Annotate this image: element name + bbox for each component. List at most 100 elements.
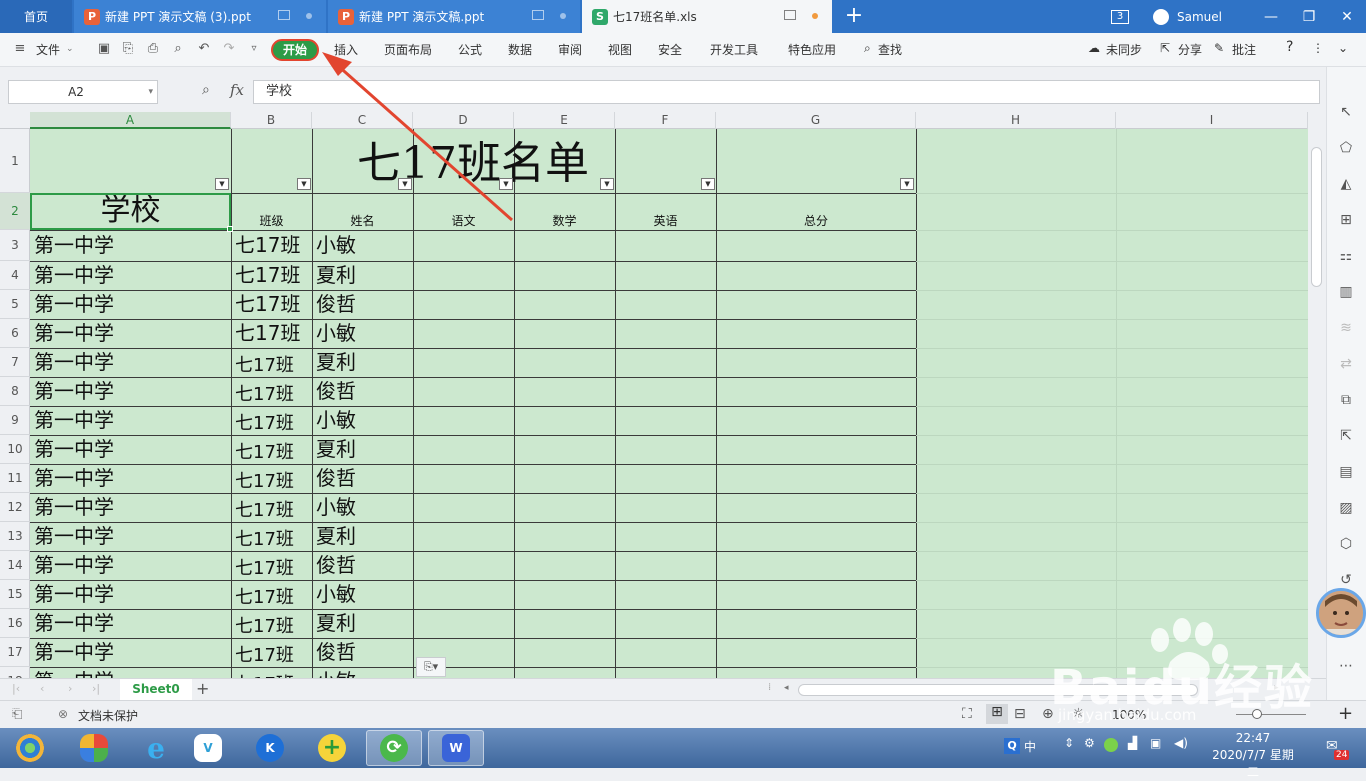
print-preview-icon[interactable]: ⌕ xyxy=(170,41,186,57)
more-icon[interactable]: ⋯ xyxy=(1337,657,1355,675)
browser-ie-icon[interactable]: e xyxy=(128,730,184,766)
add-sheet-icon[interactable]: + xyxy=(196,679,209,698)
minimize-icon[interactable]: — xyxy=(1252,9,1290,25)
tab-special-apps[interactable]: 特色应用 xyxy=(788,41,836,58)
search-button[interactable]: 查找 xyxy=(878,41,902,58)
cell-school[interactable]: 第一中学 xyxy=(34,348,230,377)
close-tab-dot[interactable] xyxy=(560,13,566,19)
image-export-icon[interactable]: ⧉ xyxy=(1337,391,1355,409)
cell-class[interactable]: 七17班 xyxy=(235,522,311,551)
sync-status[interactable]: 未同步 xyxy=(1106,41,1142,58)
user-avatar-icon[interactable] xyxy=(1153,8,1170,25)
sheet-tab[interactable]: Sheet0 xyxy=(120,679,192,700)
header-class[interactable]: 班级 xyxy=(231,193,312,230)
tab-review[interactable]: 审阅 xyxy=(558,41,582,58)
cell-name[interactable]: 小敏 xyxy=(316,406,412,435)
collapse-ribbon-icon[interactable]: ⌄ xyxy=(1338,41,1348,55)
tab-formulas[interactable]: 公式 xyxy=(458,41,482,58)
selected-cell-outline[interactable] xyxy=(30,193,233,232)
print-icon[interactable]: ⎙ xyxy=(145,41,161,57)
header-math[interactable]: 数学 xyxy=(514,193,615,230)
cell-school[interactable]: 第一中学 xyxy=(34,261,230,290)
redo-icon[interactable]: ↷ xyxy=(221,41,237,57)
app-k-icon[interactable]: K xyxy=(242,730,298,766)
cell-school[interactable]: 第一中学 xyxy=(34,522,230,551)
cell-school[interactable]: 第一中学 xyxy=(34,609,230,638)
share-out-icon[interactable]: ⇱ xyxy=(1337,427,1355,445)
column-header-i[interactable]: I xyxy=(1116,112,1308,129)
shapes-icon[interactable]: ⬠ xyxy=(1337,139,1355,157)
format-painter-icon[interactable]: ⎘ xyxy=(120,41,136,57)
split-handle-icon[interactable]: ⁞ xyxy=(768,682,771,693)
close-tab-dot[interactable] xyxy=(306,13,312,19)
row-header-11[interactable]: 11 xyxy=(0,464,30,493)
app-v-icon[interactable]: V xyxy=(180,730,236,766)
cell-name[interactable]: 俊哲 xyxy=(316,377,412,406)
sheet-title-cell[interactable]: 七17班名单 xyxy=(30,129,916,193)
first-sheet-icon[interactable]: |‹ xyxy=(12,682,20,695)
header-name[interactable]: 姓名 xyxy=(312,193,413,230)
header-english[interactable]: 英语 xyxy=(615,193,716,230)
filter-dropdown-icon[interactable]: ▼ xyxy=(215,178,229,190)
window-mode-icon[interactable] xyxy=(278,10,290,20)
tab-start[interactable]: 开始 xyxy=(271,39,319,61)
cell-school[interactable]: 第一中学 xyxy=(34,493,230,522)
cell-class[interactable]: 七17班 xyxy=(235,551,311,580)
cell-school[interactable]: 第一中学 xyxy=(34,580,230,609)
filter-dropdown-icon[interactable]: ▼ xyxy=(701,178,715,190)
column-header-a[interactable]: A xyxy=(30,112,231,129)
tray-expand-icon[interactable]: ⇕ xyxy=(1064,736,1074,750)
reading-mode-icon[interactable]: ⊕ xyxy=(1042,706,1054,722)
horizontal-scrollbar[interactable] xyxy=(798,684,1198,696)
row-header-9[interactable]: 9 xyxy=(0,406,30,435)
quick-access-dropdown-icon[interactable]: ▿ xyxy=(246,41,262,57)
cell-school[interactable]: 第一中学 xyxy=(34,435,230,464)
paste-options-icon[interactable]: ⎘▾ xyxy=(416,657,446,677)
fill-style-icon[interactable]: ◭ xyxy=(1337,175,1355,193)
window-count-badge[interactable]: 3 xyxy=(1111,9,1130,24)
column-header-e[interactable]: E xyxy=(514,112,615,129)
wps-app-icon[interactable]: W xyxy=(428,730,484,766)
cell-class[interactable]: 七17班 xyxy=(235,580,311,609)
macro-icon[interactable]: ⎗ xyxy=(12,707,22,722)
name-box[interactable]: A2 ▾ xyxy=(8,80,158,104)
help-button[interactable]: ? xyxy=(1286,39,1293,55)
qq-input-icon[interactable]: Q xyxy=(1004,738,1020,754)
save-icon[interactable]: ▣ xyxy=(96,41,112,57)
tab-security[interactable]: 安全 xyxy=(658,41,682,58)
page-break-view-icon[interactable]: ⊟ xyxy=(1014,706,1026,722)
header-chinese[interactable]: 语文 xyxy=(413,193,514,230)
scroll-right-icon[interactable]: ▸ xyxy=(1274,683,1279,693)
cell-name[interactable]: 夏利 xyxy=(316,348,412,377)
column-header-f[interactable]: F xyxy=(615,112,716,129)
normal-view-icon[interactable]: ⊞ xyxy=(986,704,1008,724)
undo-icon[interactable]: ↶ xyxy=(196,41,212,57)
cell-class[interactable]: 七17班 xyxy=(235,290,311,319)
row-header-3[interactable]: 3 xyxy=(0,230,30,261)
tab-insert[interactable]: 插入 xyxy=(334,41,358,58)
archive-icon[interactable]: ▤ xyxy=(1337,463,1355,481)
row-header-2[interactable]: 2 xyxy=(0,193,30,230)
fullscreen-icon[interactable]: ⛶ xyxy=(962,706,972,722)
cell-class[interactable]: 七17班 xyxy=(235,435,311,464)
restore-icon[interactable]: ❐ xyxy=(1290,9,1328,25)
row-header-18[interactable]: 18 xyxy=(0,667,30,678)
cell-school[interactable]: 第一中学 xyxy=(34,319,230,348)
next-sheet-icon[interactable]: › xyxy=(68,682,72,695)
chevron-down-icon[interactable]: ▾ xyxy=(148,81,153,103)
row-header-13[interactable]: 13 xyxy=(0,522,30,551)
cell-class[interactable]: 七17班 xyxy=(235,667,311,678)
cell-name[interactable]: 夏利 xyxy=(316,261,412,290)
row-header-15[interactable]: 15 xyxy=(0,580,30,609)
search-icon[interactable]: ⌕ xyxy=(864,41,871,56)
spreadsheet-grid[interactable]: ABCDEFGHI 123456789101112131415161718 七1… xyxy=(0,112,1308,678)
zoom-slider-track[interactable] xyxy=(1236,714,1306,715)
close-icon[interactable]: ✕ xyxy=(1328,9,1366,25)
file-menu[interactable]: 文件 xyxy=(36,41,60,58)
filter-dropdown-icon[interactable]: ▼ xyxy=(499,178,513,190)
row-header-4[interactable]: 4 xyxy=(0,261,30,290)
chart-icon[interactable]: ▥ xyxy=(1337,283,1355,301)
tab-ppt-3[interactable]: P 新建 PPT 演示文稿 (3).ppt xyxy=(74,0,326,33)
cell-class[interactable]: 七17班 xyxy=(235,493,311,522)
picture-icon[interactable]: ▨ xyxy=(1337,499,1355,517)
